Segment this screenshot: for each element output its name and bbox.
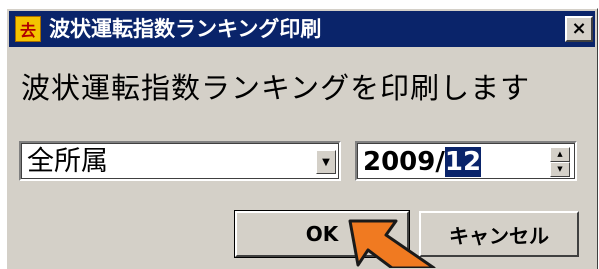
department-select[interactable]: 全所属 ▼ bbox=[19, 141, 341, 181]
month-part-selected[interactable]: 12 bbox=[444, 147, 482, 177]
department-select-value: 全所属 bbox=[27, 146, 108, 177]
chevron-down-icon: ▼ bbox=[322, 156, 330, 168]
spin-up-icon: ▲ bbox=[557, 150, 563, 158]
close-button[interactable]: × bbox=[565, 16, 593, 42]
dialog-message: 波状運転指数ランキングを印刷します bbox=[21, 71, 531, 105]
spin-up-button[interactable]: ▲ bbox=[550, 147, 570, 162]
month-spinner: ▲ ▼ bbox=[550, 147, 570, 177]
year-part: 2009/ bbox=[363, 147, 445, 177]
spin-down-button[interactable]: ▼ bbox=[550, 162, 570, 177]
pointer-arrow-icon bbox=[348, 219, 436, 268]
pointer-arrow-shape bbox=[348, 219, 436, 268]
dropdown-arrow-button[interactable]: ▼ bbox=[316, 150, 336, 174]
close-icon: × bbox=[571, 18, 587, 39]
month-picker[interactable]: 2009/12 ▲ ▼ bbox=[355, 141, 577, 181]
dialog-window: 去 波状運転指数ランキング印刷 × 波状運転指数ランキングを印刷します 全所属 … bbox=[6, 8, 598, 269]
cancel-button[interactable]: キャンセル bbox=[419, 211, 579, 257]
spin-down-icon: ▼ bbox=[557, 165, 563, 173]
month-picker-value: 2009/12 bbox=[363, 145, 482, 179]
app-icon: 去 bbox=[15, 16, 41, 42]
title-bar[interactable]: 去 波状運転指数ランキング印刷 × bbox=[9, 11, 595, 47]
window-title: 波状運転指数ランキング印刷 bbox=[49, 17, 322, 41]
